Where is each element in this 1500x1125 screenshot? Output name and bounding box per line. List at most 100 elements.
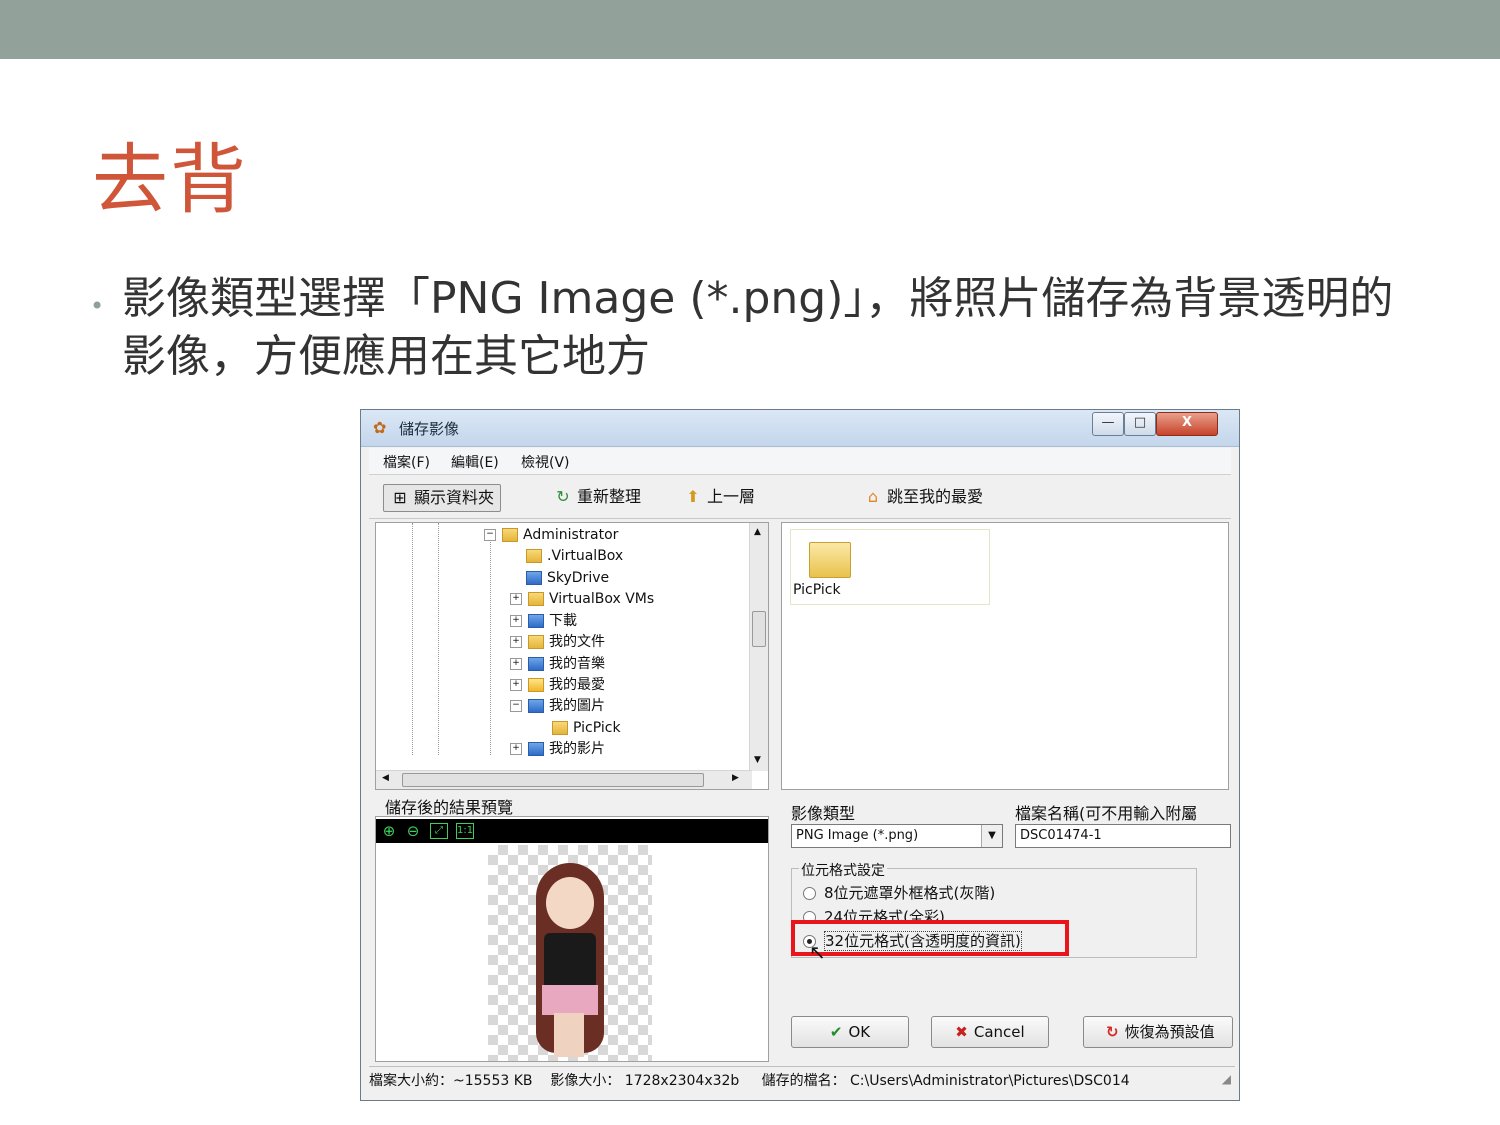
tree-expander[interactable]: + [510,593,522,605]
folder-icon [526,549,542,563]
filename-input[interactable]: DSC01474-1 [1015,824,1231,848]
tree-item-pictures[interactable]: − 我的圖片 [510,696,605,717]
ok-button[interactable]: ✔ OK [791,1016,909,1048]
slide-top-bar [0,0,1500,59]
tree-vertical-thumb[interactable] [752,611,766,647]
image-type-label: 影像類型 [791,804,856,823]
tree-expander[interactable]: − [484,529,496,541]
reset-icon: ↻ [1106,1023,1119,1041]
status-saved-name: 儲存的檔名： C:\Users\Administrator\Pictures\D… [761,1073,1130,1089]
refresh-icon: ↻ [556,487,570,506]
tree-vertical-scrollbar[interactable]: ▲ ▼ [749,523,768,771]
tree-expander[interactable]: + [510,743,522,755]
dialog-title: 儲存影像 [399,420,460,438]
tree-item-virtualbox-vms[interactable]: + VirtualBox VMs [510,589,654,610]
tree-item-administrator[interactable]: − Administrator [484,525,618,546]
fit-window-icon[interactable]: ⤢ [430,823,448,839]
home-icon: ⌂ [867,487,879,506]
favorites-folder-icon [528,678,544,692]
tree-expander[interactable]: + [510,679,522,691]
radio-indicator[interactable] [803,911,816,920]
tree-expander[interactable]: + [510,636,522,648]
radio-indicator[interactable] [803,887,816,900]
doll-skirt [542,985,598,1015]
cloud-icon [526,571,542,585]
menu-edit[interactable]: 編輯(E) [451,452,499,472]
highlight-box [791,920,1069,956]
status-image-size: 影像大小： 1728x2304x32b [550,1073,740,1089]
folder-icon [528,592,544,606]
tree-item-virtualbox[interactable]: .VirtualBox [510,546,623,567]
doll-body [544,933,596,989]
dialog-title-bar[interactable]: ✿ 儲存影像 — □ X [361,410,1239,447]
tree-horizontal-thumb[interactable] [402,773,704,787]
folder-tree-icon: ⊞ [393,488,407,507]
actual-size-icon[interactable]: 1:1 [456,823,474,839]
menu-bar: 檔案(F) 編輯(E) 檢視(V) [369,448,1231,475]
tree-expander[interactable]: − [510,700,522,712]
preview-panel: ⊕ ⊖ ⤢ 1:1 [375,816,769,1062]
scroll-down-icon[interactable]: ▼ [754,755,761,765]
tree-item-downloads[interactable]: + 下載 [510,611,577,632]
show-folders-button[interactable]: ⊞ 顯示資料夾 [383,484,502,512]
pictures-folder-icon [528,699,544,713]
mouse-cursor-icon: ↖ [809,940,826,964]
tree-item-documents[interactable]: + 我的文件 [510,632,605,653]
status-bar: 檔案大小約：~15553 KB 影像大小： 1728x2304x32b 儲存的檔… [369,1066,1235,1095]
download-folder-icon [528,614,544,628]
menu-view[interactable]: 檢視(V) [521,452,570,472]
app-icon: ✿ [373,418,387,437]
scroll-right-icon[interactable]: ▶ [732,773,739,783]
music-folder-icon [528,657,544,671]
chevron-down-icon[interactable]: ▼ [981,825,1002,847]
radio-8bit[interactable]: 8位元遮罩外框格式(灰階) [803,882,995,903]
tree-expander[interactable]: + [510,658,522,670]
resize-grip-icon[interactable]: ◢ [1222,1072,1231,1086]
zoom-out-icon[interactable]: ⊖ [404,822,422,840]
folder-content-view[interactable]: PicPick [781,522,1229,790]
zoom-in-icon[interactable]: ⊕ [380,822,398,840]
folder-icon [552,721,568,735]
doll-face [546,877,594,929]
tree-item-videos[interactable]: + 我的影片 [510,739,605,760]
folder-tree[interactable]: − Administrator .VirtualBox SkyDrive + Vir… [375,522,769,790]
status-file-size: 檔案大小約：~15553 KB [369,1073,533,1089]
menu-file[interactable]: 檔案(F) [383,452,430,472]
x-icon: ✖ [955,1023,968,1041]
minimize-button[interactable]: — [1092,412,1124,436]
tree-guide-line [438,523,439,755]
tree-item-picpick[interactable]: PicPick [536,718,621,739]
tree-item-music[interactable]: + 我的音樂 [510,654,605,675]
folder-item-picpick[interactable]: PicPick [790,529,990,605]
slide-title: 去背 [92,135,248,224]
zoom-toolbar: ⊕ ⊖ ⤢ 1:1 [376,819,768,843]
scroll-left-icon[interactable]: ◀ [382,773,389,783]
up-level-button[interactable]: ⬆ 上一層 [683,484,755,510]
documents-folder-icon [528,635,544,649]
save-image-dialog: ✿ 儲存影像 — □ X 檔案(F) 編輯(E) 檢視(V) ⊞ 顯示資料夾 ↻ 重… [360,409,1240,1101]
doll-legs [554,1013,584,1057]
bit-format-group-label: 位元格式設定 [799,860,887,880]
tree-expander[interactable]: + [510,615,522,627]
refresh-button[interactable]: ↻ 重新整理 [553,484,641,510]
tree-item-skydrive[interactable]: SkyDrive [510,568,609,589]
up-folder-icon: ⬆ [686,487,700,506]
folder-icon [502,528,518,542]
tree-guide-line [412,523,413,755]
tree-horizontal-scrollbar[interactable]: ◀ ▶ [376,770,752,789]
check-icon: ✔ [829,1023,843,1041]
tree-item-favorites[interactable]: + 我的最愛 [510,675,605,696]
maximize-button[interactable]: □ [1124,412,1156,436]
restore-defaults-button[interactable]: ↻ 恢復為預設值 [1083,1016,1233,1048]
scroll-up-icon[interactable]: ▲ [754,527,761,537]
image-type-select[interactable]: PNG Image (*.png) ▼ [791,824,1003,848]
radio-24bit[interactable]: 24位元格式(全彩) [803,906,945,920]
bullet-dot: • [90,292,105,320]
tree-guide-line [490,539,491,755]
slide-bullet-text: 影像類型選擇「PNG Image (*.png)」，將照片儲存為背景透明的影像，… [122,273,1394,382]
toolbar: ⊞ 顯示資料夾 ↻ 重新整理 ⬆ 上一層 ⌂ 跳至我的最愛 [369,476,1231,519]
cancel-button[interactable]: ✖ Cancel [931,1016,1049,1048]
go-favorites-button[interactable]: ⌂ 跳至我的最愛 [863,484,983,510]
close-button[interactable]: X [1156,412,1218,436]
preview-label: 儲存後的結果預覽 [385,798,514,817]
